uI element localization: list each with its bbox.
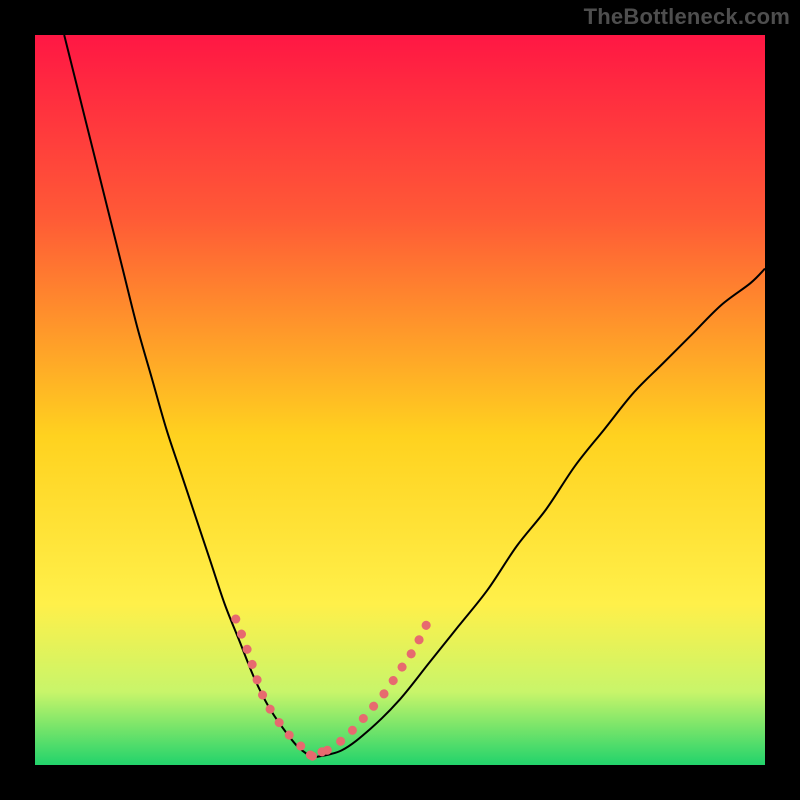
watermark-label: TheBottleneck.com — [584, 4, 790, 30]
chart-frame: TheBottleneck.com — [0, 0, 800, 800]
gradient-background — [35, 35, 765, 765]
plot-svg — [35, 35, 765, 765]
plot-area — [35, 35, 765, 765]
